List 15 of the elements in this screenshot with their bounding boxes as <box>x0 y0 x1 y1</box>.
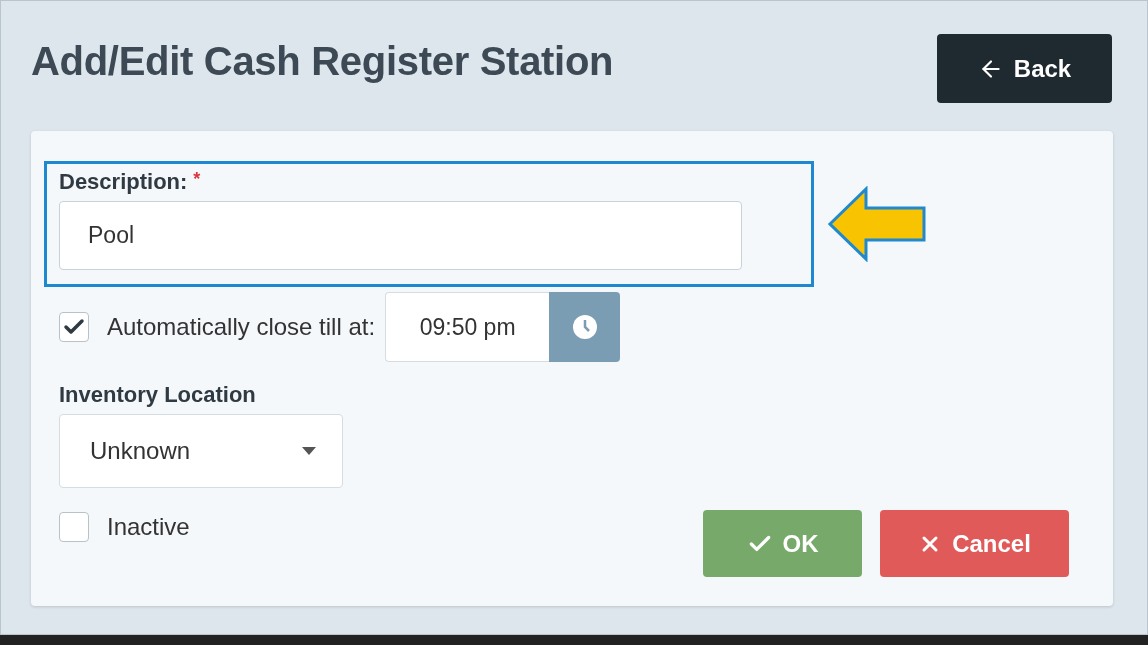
page-title: Add/Edit Cash Register Station <box>31 39 614 84</box>
checkbox[interactable] <box>59 312 89 342</box>
clock-icon <box>571 314 598 340</box>
clock-button[interactable] <box>549 292 621 362</box>
back-button[interactable]: Back <box>937 34 1112 103</box>
description-field[interactable]: Pool <box>59 201 742 270</box>
field-label: Inventory Location <box>59 382 257 408</box>
cancel-button[interactable]: Cancel <box>880 510 1069 577</box>
checkbox-label: Inactive <box>107 513 190 541</box>
time-field[interactable]: 09:50 pm <box>385 292 550 362</box>
location-select[interactable]: Unknown <box>59 414 343 488</box>
field-label: Description: * <box>59 169 202 195</box>
caret-icon <box>302 447 316 455</box>
checkbox[interactable] <box>59 512 89 542</box>
checkbox-label: Automatically close till at: <box>107 313 376 341</box>
